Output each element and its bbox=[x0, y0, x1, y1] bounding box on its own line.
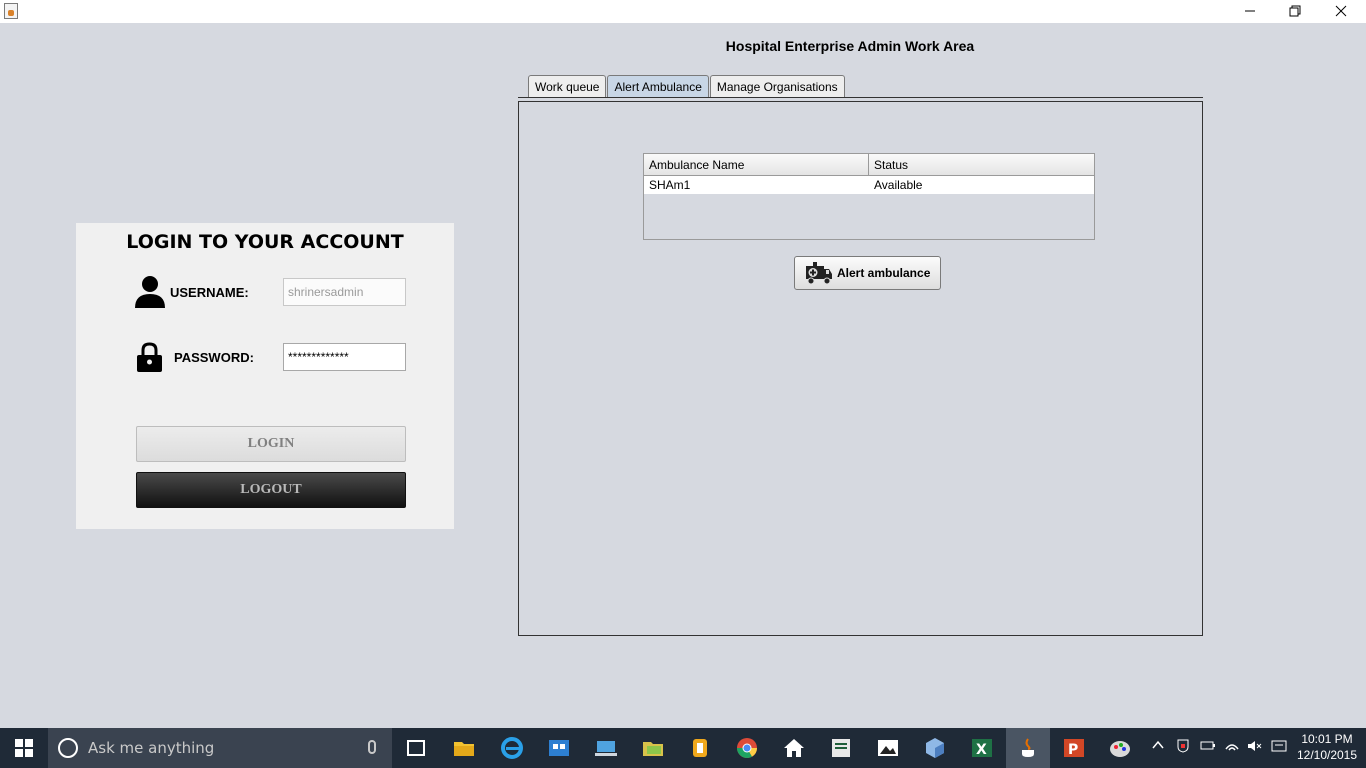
task-view-icon[interactable] bbox=[404, 736, 428, 760]
login-title: LOGIN TO YOUR ACCOUNT bbox=[126, 231, 404, 253]
logout-button[interactable]: LOGOUT bbox=[136, 472, 406, 508]
table-row[interactable]: SHAm1 Available bbox=[644, 176, 1094, 193]
ambulance-table[interactable]: Ambulance Name Status SHAm1 Available bbox=[643, 153, 1095, 240]
close-button[interactable] bbox=[1318, 0, 1364, 22]
table-cell-ambulance-name: SHAm1 bbox=[649, 177, 691, 192]
clock-time: 10:01 PM bbox=[1301, 732, 1353, 746]
photos-icon[interactable] bbox=[876, 736, 900, 760]
tab-manage-organisations[interactable]: Manage Organisations bbox=[709, 75, 845, 98]
minimize-icon bbox=[1245, 10, 1255, 12]
virtualbox-icon[interactable] bbox=[923, 736, 947, 760]
ambulance-icon bbox=[806, 262, 832, 285]
paint-icon[interactable] bbox=[1108, 736, 1132, 760]
store-icon[interactable] bbox=[547, 736, 571, 760]
java-app-icon bbox=[4, 3, 18, 19]
table-cell-status: Available bbox=[874, 177, 923, 192]
security-icon[interactable] bbox=[1176, 739, 1190, 756]
close-icon bbox=[1335, 5, 1347, 17]
svg-text:X: X bbox=[976, 742, 987, 758]
internet-explorer-icon[interactable] bbox=[500, 736, 524, 760]
chrome-icon[interactable] bbox=[735, 736, 759, 760]
password-field[interactable] bbox=[283, 343, 406, 371]
svg-text:P: P bbox=[1068, 742, 1078, 758]
database-icon[interactable] bbox=[688, 736, 712, 760]
tab-bar: Work queue Alert Ambulance Manage Organi… bbox=[528, 75, 846, 99]
chevron-up-icon[interactable] bbox=[1152, 739, 1164, 754]
password-label: PASSWORD: bbox=[174, 350, 254, 365]
home-icon[interactable] bbox=[782, 736, 806, 760]
computer-icon[interactable] bbox=[594, 736, 618, 760]
minimize-button[interactable] bbox=[1227, 0, 1273, 22]
tab-divider bbox=[518, 97, 1203, 99]
tab-alert-ambulance[interactable]: Alert Ambulance bbox=[607, 75, 709, 98]
tab-work-queue[interactable]: Work queue bbox=[528, 75, 607, 98]
login-panel: LOGIN TO YOUR ACCOUNT USERNAME: PASSWORD… bbox=[76, 223, 454, 529]
restore-button[interactable] bbox=[1272, 0, 1318, 22]
username-label: USERNAME: bbox=[170, 285, 249, 300]
user-icon bbox=[135, 276, 165, 308]
wifi-icon[interactable] bbox=[1224, 739, 1240, 756]
lock-icon bbox=[137, 342, 162, 372]
clock-date: 12/10/2015 bbox=[1296, 748, 1358, 762]
battery-icon[interactable] bbox=[1200, 739, 1216, 754]
column-header-status[interactable]: Status bbox=[869, 154, 1094, 175]
volume-muted-icon[interactable] bbox=[1247, 739, 1263, 756]
cortana-search-box[interactable]: Ask me anything bbox=[48, 728, 392, 768]
start-button[interactable] bbox=[0, 728, 48, 768]
action-center-icon[interactable] bbox=[1271, 739, 1287, 756]
cortana-icon bbox=[58, 738, 78, 758]
taskbar: Ask me anything X P 10:01 PM 12/10/2015 bbox=[0, 728, 1366, 768]
username-field[interactable] bbox=[283, 278, 406, 306]
table-header: Ambulance Name Status bbox=[644, 154, 1094, 176]
restore-icon bbox=[1289, 5, 1301, 17]
system-clock[interactable]: 10:01 PM 12/10/2015 bbox=[1292, 731, 1362, 763]
page-title: Hospital Enterprise Admin Work Area bbox=[725, 38, 975, 54]
column-header-ambulance-name[interactable]: Ambulance Name bbox=[644, 154, 869, 175]
login-button[interactable]: LOGIN bbox=[136, 426, 406, 462]
microphone-icon[interactable] bbox=[368, 740, 376, 754]
window-title-bar bbox=[0, 0, 1366, 23]
table-empty-area bbox=[644, 194, 1094, 239]
excel-icon[interactable]: X bbox=[970, 736, 994, 760]
alert-ambulance-label: Alert ambulance bbox=[837, 266, 931, 280]
powerpoint-icon[interactable]: P bbox=[1062, 736, 1086, 760]
folder-icon[interactable] bbox=[641, 736, 665, 760]
document-viewer-icon[interactable] bbox=[829, 736, 853, 760]
java-icon[interactable] bbox=[1016, 736, 1040, 760]
search-placeholder: Ask me anything bbox=[88, 739, 215, 757]
file-explorer-icon[interactable] bbox=[452, 736, 476, 760]
alert-ambulance-button[interactable]: Alert ambulance bbox=[794, 256, 941, 290]
windows-logo-icon bbox=[15, 739, 33, 757]
